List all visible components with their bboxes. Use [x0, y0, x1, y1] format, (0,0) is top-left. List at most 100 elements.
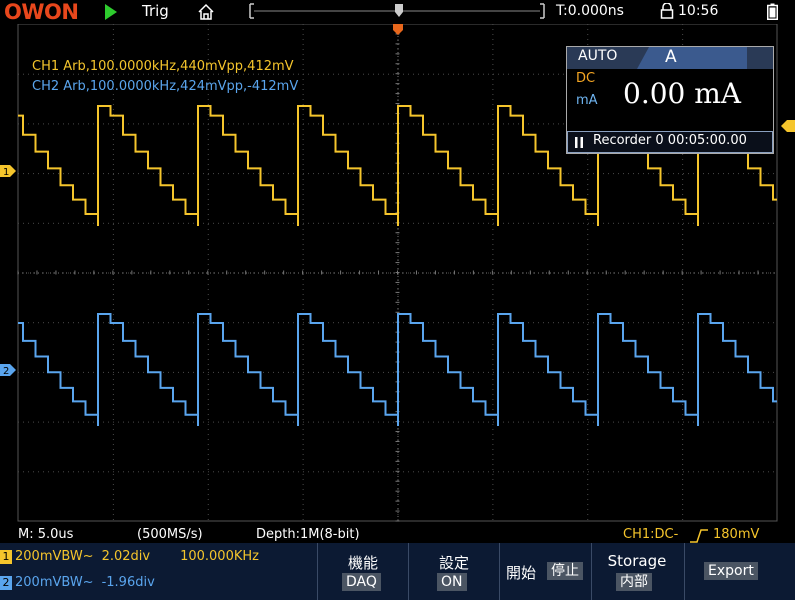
grid-dot — [18, 371, 19, 373]
grid-dot — [333, 421, 334, 423]
center-axis-dot — [678, 272, 679, 274]
grid-dot — [768, 272, 769, 274]
grid-dot — [682, 279, 684, 280]
home-icon[interactable] — [197, 3, 215, 21]
grid-dot — [163, 222, 164, 224]
grid-dot — [397, 499, 399, 500]
grid-dot — [302, 234, 304, 235]
play-icon[interactable] — [105, 4, 117, 20]
menu-start[interactable]: 開始 停止 — [500, 543, 590, 600]
multimeter-panel[interactable]: AUTO A DC mA 0.00 mA Recorder 0 00:05:00… — [566, 46, 774, 154]
grid-dot — [183, 471, 184, 473]
grid-dot — [278, 421, 279, 423]
grid-dot — [682, 409, 684, 410]
grid-dot — [753, 421, 754, 423]
waveform-display[interactable]: 12 CH1 Arb,100.0000kHz,440mVpp,412mV CH2… — [0, 24, 795, 529]
grid-dot — [433, 272, 434, 274]
ch2-settings[interactable]: 2 200mVBW~ -1.96div — [0, 575, 155, 590]
grid-dot — [393, 222, 394, 224]
grid-dot — [112, 379, 114, 380]
grid-dot — [503, 421, 504, 423]
grid-dot — [303, 272, 304, 274]
grid-dot — [383, 371, 384, 373]
grid-dot — [318, 222, 319, 224]
grid-dot — [563, 421, 564, 423]
meter-mode[interactable]: AUTO — [578, 48, 617, 64]
center-axis-dot — [397, 428, 399, 429]
brand-logo: OWON — [4, 0, 79, 24]
menu-settings[interactable]: 設定 ON — [409, 543, 499, 600]
grid-dot — [433, 123, 434, 125]
grid-dot — [738, 173, 739, 175]
grid-dot — [112, 394, 114, 395]
grid-dot — [587, 24, 589, 25]
grid-dot — [28, 471, 29, 473]
grid-dot — [163, 421, 164, 423]
grid-dot — [83, 371, 84, 373]
grid-dot — [302, 134, 304, 135]
grid-dot — [207, 489, 209, 490]
export-button[interactable]: Export — [704, 562, 758, 580]
grid-dot — [313, 371, 314, 373]
grid-dot — [207, 129, 209, 130]
grid-dot — [293, 471, 294, 473]
center-axis-dot — [478, 272, 479, 274]
grid-dot — [682, 329, 684, 330]
grid-dot — [112, 139, 114, 140]
grid-dot — [353, 73, 354, 75]
ch1-info: CH1 Arb,100.0000kHz,440mVpp,412mV — [32, 59, 294, 74]
grid-dot — [587, 444, 589, 445]
grid-dot — [408, 272, 409, 274]
grid-dot — [492, 344, 494, 345]
grid-dot — [492, 404, 494, 405]
center-axis-dot — [422, 272, 423, 274]
grid-dot — [363, 73, 364, 75]
center-axis-dot — [194, 272, 195, 274]
grid-dot — [228, 222, 229, 224]
record-depth: Depth:1M(8-bit) — [256, 527, 360, 542]
grid-dot — [558, 222, 559, 224]
grid-dot — [492, 459, 494, 460]
menu-function[interactable]: 機能 DAQ — [318, 543, 408, 600]
grid-dot — [112, 179, 114, 180]
center-axis-dot — [46, 272, 47, 274]
recorder-bar[interactable]: Recorder 0 00:05:00.00 — [567, 131, 773, 153]
grid-dot — [492, 159, 494, 160]
grid-dot — [302, 189, 304, 190]
grid-dot — [682, 494, 684, 495]
pause-icon[interactable] — [575, 137, 583, 148]
center-axis-dot — [410, 272, 411, 274]
grid-dot — [333, 222, 334, 224]
grid-dot — [623, 471, 624, 473]
grid-dot — [273, 123, 274, 125]
grid-dot — [48, 322, 49, 324]
grid-dot — [63, 371, 64, 373]
grid-dot — [588, 222, 589, 224]
meter-tab-label[interactable]: A — [665, 47, 677, 67]
grid-dot — [423, 222, 424, 224]
ch1-settings[interactable]: 1 200mVBW~ 2.02div 100.000KHz — [0, 549, 259, 564]
grid-dot — [492, 489, 494, 490]
grid-dot — [587, 384, 589, 385]
grid-dot — [112, 44, 114, 45]
grid-dot — [138, 222, 139, 224]
grid-dot — [473, 123, 474, 125]
grid-dot — [523, 471, 524, 473]
center-axis-dot — [397, 508, 399, 509]
grid-dot — [112, 224, 114, 225]
grid-dot — [688, 272, 689, 274]
grid-dot — [493, 272, 494, 274]
grid-dot — [663, 471, 664, 473]
grid-dot — [368, 173, 369, 175]
grid-dot — [713, 222, 714, 224]
grid-dot — [103, 371, 104, 373]
menu-storage[interactable]: Storage 内部 — [592, 543, 682, 600]
menu-export[interactable]: Export — [685, 543, 775, 600]
memory-position-bar[interactable] — [249, 3, 545, 19]
grid-dot — [678, 471, 679, 473]
grid-dot — [58, 421, 59, 423]
grid-dot — [438, 371, 439, 373]
grid-dot — [587, 479, 589, 480]
grid-dot — [438, 173, 439, 175]
grid-dot — [688, 222, 689, 224]
